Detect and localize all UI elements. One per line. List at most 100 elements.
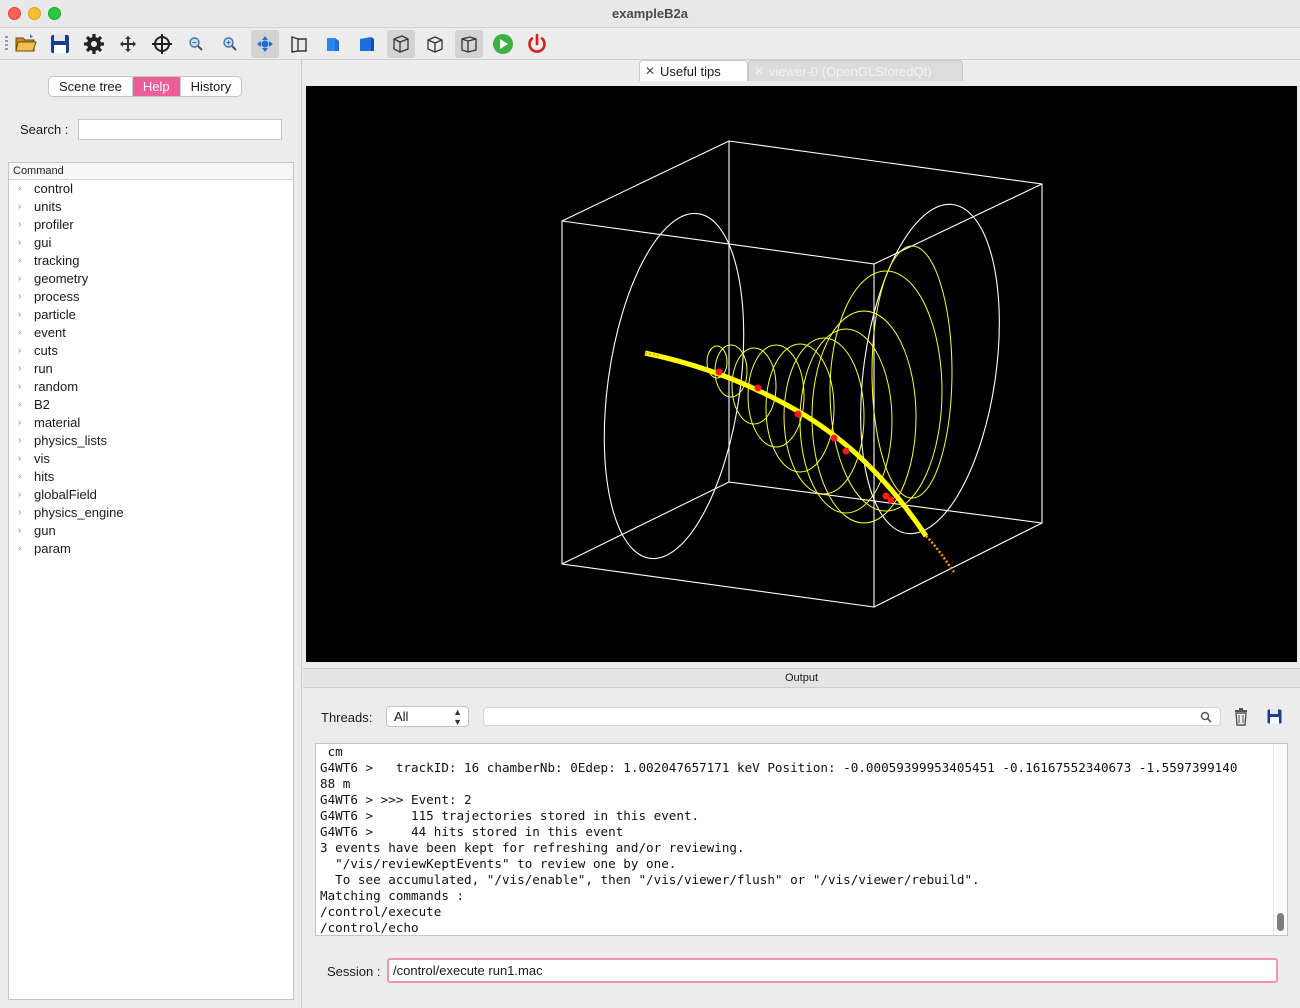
chevron-right-icon[interactable]: › [18,450,21,468]
tree-item[interactable]: › run [9,360,293,378]
chevron-right-icon[interactable]: › [18,342,21,360]
hidden-line-button[interactable] [421,30,449,58]
tree-item[interactable]: › units [9,198,293,216]
chevron-right-icon[interactable]: › [18,360,21,378]
output-line: Matching commands : [320,888,465,903]
settings-button[interactable] [80,30,108,58]
perspective-button[interactable] [285,30,313,58]
output-filter-input[interactable] [483,707,1221,726]
tree-item[interactable]: › vis [9,450,293,468]
chevron-right-icon[interactable]: › [18,540,21,558]
chevron-right-icon[interactable]: › [18,468,21,486]
chevron-right-icon[interactable]: › [18,270,21,288]
tab-history[interactable]: History [181,77,241,96]
output-line: G4WT6 > >>> Event: 2 [320,792,472,807]
tab-viewer-0[interactable]: ✕ viewer-0 (OpenGLStoredQt) [748,60,963,81]
chevron-right-icon[interactable]: › [18,252,21,270]
chevron-right-icon[interactable]: › [18,414,21,432]
window-minimize-button[interactable] [28,7,41,20]
tree-item-label: tracking [34,253,80,268]
chevron-right-icon[interactable]: › [18,522,21,540]
output-dock-header: Output [303,668,1300,688]
search-input[interactable] [78,119,282,140]
tree-item[interactable]: › gun [9,522,293,540]
window-close-button[interactable] [8,7,21,20]
ortho-button[interactable] [319,30,347,58]
save-button[interactable] [46,30,74,58]
exit-button[interactable] [523,30,551,58]
tree-item-label: gui [34,235,52,250]
tree-item-label: units [34,199,62,214]
chevron-right-icon[interactable]: › [18,432,21,450]
chevron-right-icon[interactable]: › [18,180,21,198]
tab-help[interactable]: Help [132,77,181,96]
tree-item[interactable]: › gui [9,234,293,252]
solid-button[interactable] [353,30,381,58]
output-title: Output [784,672,819,684]
rotate-button[interactable] [251,30,279,58]
pick-target-button[interactable] [148,30,176,58]
toolbar-grip[interactable] [5,36,8,52]
tree-header[interactable]: Command [9,163,293,180]
tree-item[interactable]: › B2 [9,396,293,414]
clear-output-button[interactable] [1233,708,1249,729]
chevron-right-icon[interactable]: › [18,216,21,234]
output-scrollbar[interactable] [1273,744,1287,935]
tab-scene-tree[interactable]: Scene tree [49,77,133,96]
chevron-right-icon[interactable]: › [18,378,21,396]
tree-item[interactable]: › hits [9,468,293,486]
output-console[interactable]: cm G4WT6 > trackID: 16 chamberNb: 0Edep: … [315,743,1288,936]
chevron-right-icon[interactable]: › [18,396,21,414]
threads-select[interactable]: All ▲ ▼ [386,706,469,727]
tree-item[interactable]: › random [9,378,293,396]
tree-item[interactable]: › globalField [9,486,293,504]
tree-item[interactable]: › param [9,540,293,558]
tree-item[interactable]: › physics_lists [9,432,293,450]
tree-item[interactable]: › geometry [9,270,293,288]
chevron-right-icon[interactable]: › [18,486,21,504]
tree-item[interactable]: › particle [9,306,293,324]
zoom-out-button[interactable] [182,30,210,58]
opengl-viewer[interactable] [306,86,1297,662]
tab-useful-tips[interactable]: ✕ Useful tips [639,60,748,81]
pick-target-icon [152,34,172,54]
tree-item[interactable]: › tracking [9,252,293,270]
zoom-out-icon [189,37,203,51]
tab-label: viewer-0 (OpenGLStoredQt) [769,64,932,79]
close-tab-icon[interactable]: ✕ [645,61,655,82]
tree-item[interactable]: › control [9,180,293,198]
tree-item[interactable]: › profiler [9,216,293,234]
chevron-right-icon[interactable]: › [18,306,21,324]
run-button[interactable] [489,30,517,58]
save-output-button[interactable] [1267,709,1282,727]
save-icon [1267,709,1282,724]
solid-blue-icon [360,37,374,51]
tree-item[interactable]: › process [9,288,293,306]
chevron-right-icon[interactable]: › [18,234,21,252]
tree-item-label: globalField [34,487,97,502]
tree-item-label: param [34,541,71,556]
chevron-right-icon[interactable]: › [18,288,21,306]
window-maximize-button[interactable] [48,7,61,20]
run-icon [493,34,513,54]
tree-item-label: cuts [34,343,58,358]
move-button[interactable] [114,30,142,58]
session-input[interactable]: /control/execute run1.mac [387,958,1278,983]
hidden-surface-button[interactable] [455,30,483,58]
output-scroll-thumb[interactable] [1277,913,1284,931]
chevron-right-icon[interactable]: › [18,198,21,216]
tree-item[interactable]: › event [9,324,293,342]
wireframe-button[interactable] [387,30,415,58]
threads-label: Threads: [321,710,373,725]
chevron-right-icon[interactable]: › [18,504,21,522]
tree-item-label: run [34,361,53,376]
open-button[interactable] [12,30,40,58]
tree-item[interactable]: › material [9,414,293,432]
tree-item[interactable]: › cuts [9,342,293,360]
tree-item[interactable]: › physics_engine [9,504,293,522]
session-label: Session : [327,964,381,979]
chevron-right-icon[interactable]: › [18,324,21,342]
close-tab-icon[interactable]: ✕ [754,61,764,82]
zoom-in-button[interactable] [216,30,244,58]
output-line: /control/echo [320,920,419,935]
